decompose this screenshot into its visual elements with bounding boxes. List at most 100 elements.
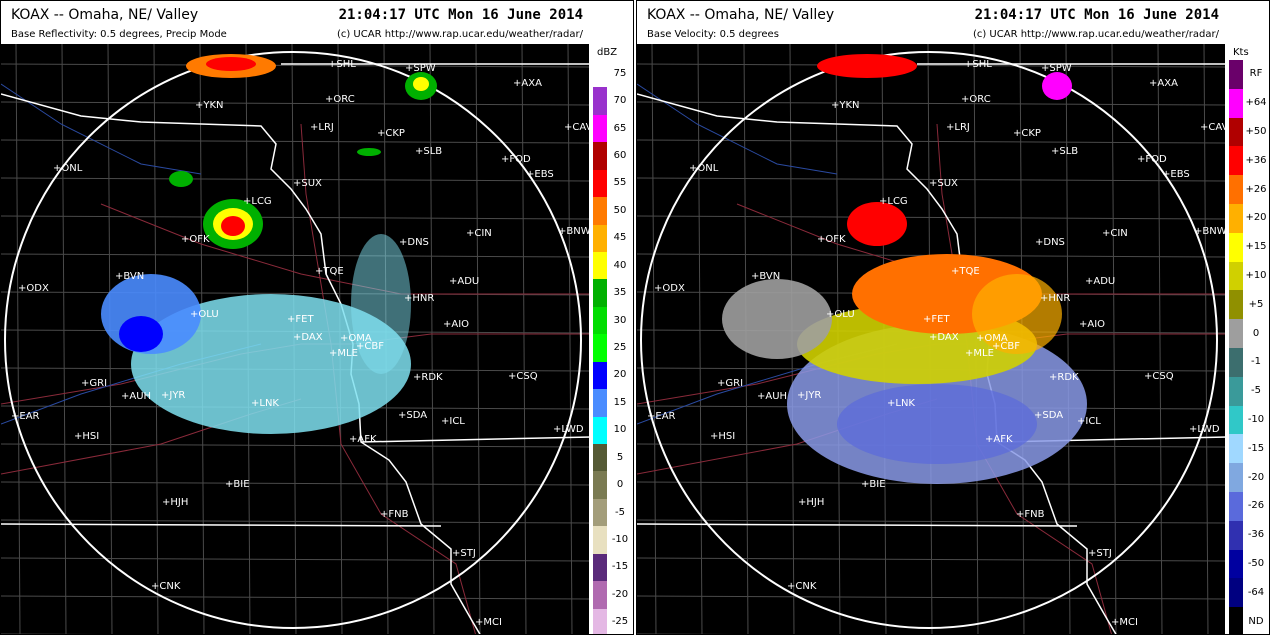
city-label: +ORC — [961, 94, 991, 105]
city-label: +CSQ — [508, 371, 538, 382]
city-label: +CKP — [1013, 128, 1041, 139]
reflectivity-panel: KOAX -- Omaha, NE/ Valley 21:04:17 UTC M… — [0, 0, 634, 635]
city-label: +SPW — [405, 63, 436, 74]
city-label: +MLE — [329, 348, 358, 359]
colorbar-label: -26 — [1247, 500, 1265, 512]
colorbar-label: +26 — [1245, 183, 1267, 195]
colorbar-swatch — [1229, 319, 1243, 348]
city-label: +DNS — [1035, 237, 1065, 248]
colorbar-label: -10 — [1247, 414, 1265, 425]
city-label: +LNK — [251, 398, 279, 409]
colorbar-label: -15 — [611, 561, 629, 573]
colorbar-swatch — [593, 60, 607, 88]
colorbar-swatch — [593, 553, 607, 582]
colorbar-label: 70 — [613, 95, 627, 107]
colorbar-label: 30 — [613, 314, 627, 326]
colorbar-unit: Kts — [1233, 47, 1249, 58]
city-label: +GRI — [717, 378, 743, 389]
city-label: +HJH — [162, 497, 188, 508]
colorbar-label: 50 — [613, 204, 627, 216]
colorbar-swatch — [593, 608, 607, 634]
colorbar-label: -15 — [1247, 442, 1265, 454]
colorbar-swatch — [1229, 549, 1243, 579]
echo-area — [119, 316, 163, 352]
colorbar-swatch — [593, 471, 607, 499]
colorbar-swatch — [593, 224, 607, 252]
city-label: +BVN — [751, 271, 780, 282]
city-label: +SHL — [964, 59, 992, 70]
city-label: +EAR — [647, 411, 676, 422]
city-label: +DAX — [293, 332, 323, 343]
city-label: +FOD — [501, 154, 531, 165]
colorbar-swatch — [593, 142, 607, 170]
city-label: +RDK — [1049, 372, 1079, 383]
city-label: +SHL — [328, 59, 356, 70]
colorbar-label: +5 — [1248, 298, 1264, 310]
city-label: +DNS — [399, 237, 429, 248]
city-label: +CIN — [1102, 228, 1128, 239]
colorbar-label: 5 — [616, 451, 624, 463]
city-label: +SDA — [398, 410, 427, 421]
echo-area — [357, 148, 381, 156]
colorbar-label: -36 — [1247, 529, 1265, 541]
city-label: +TQE — [315, 266, 344, 277]
echo-area — [351, 234, 411, 374]
city-label: +ADU — [1085, 276, 1115, 287]
colorbar-unit: dBZ — [597, 47, 618, 58]
city-label: +ONL — [53, 163, 83, 174]
city-label: +AIO — [443, 319, 469, 330]
city-label: +HNR — [404, 293, 434, 304]
city-label: +LNK — [887, 398, 915, 409]
colorbar-swatch — [593, 389, 607, 417]
city-label: +AUH — [757, 391, 787, 402]
colorbar-label: +64 — [1245, 97, 1267, 109]
echo-area — [837, 384, 1037, 464]
colorbar-swatch — [1229, 376, 1243, 406]
colorbar-swatch — [593, 279, 607, 307]
city-label: +CIN — [466, 228, 492, 239]
colorbar-swatch — [1229, 175, 1243, 204]
city-label: +SUX — [293, 178, 322, 189]
colorbar-label: -20 — [611, 588, 629, 600]
colorbar-label: RF — [1249, 68, 1263, 80]
city-label: +OLU — [826, 309, 855, 320]
credit-link[interactable]: (c) UCAR http://www.rap.ucar.edu/weather… — [337, 29, 583, 40]
colorbar-label: 0 — [1252, 327, 1260, 339]
city-label: +EAR — [11, 411, 40, 422]
city-label: +OFK — [181, 234, 210, 245]
velocity-colorbar: Kts RF +64 +50 +36 +26 +20 +15 +10 +5 0 -1 -5 -10 -15… — [1225, 44, 1269, 634]
city-label: +BIE — [225, 479, 250, 490]
city-label: +CAV — [564, 122, 591, 133]
colorbar-swatch — [1229, 60, 1243, 89]
colorbar-label: 55 — [613, 177, 627, 189]
product-label: Base Reflectivity: 0.5 degrees, Precip M… — [11, 29, 227, 40]
city-label: +FOD — [1137, 154, 1167, 165]
city-label: +FET — [923, 314, 950, 325]
colorbar-swatch — [593, 334, 607, 362]
city-label: +LCG — [243, 196, 272, 207]
city-label: +CBF — [356, 341, 384, 352]
credit-link[interactable]: (c) UCAR http://www.rap.ucar.edu/weather… — [973, 29, 1219, 40]
city-label: +AXA — [1149, 78, 1178, 89]
colorbar-swatch — [1229, 520, 1243, 550]
colorbar-label: ND — [1248, 615, 1264, 627]
city-label: +SLB — [415, 146, 442, 157]
city-label: +CNK — [787, 581, 817, 592]
city-label: +MCI — [475, 617, 502, 628]
city-label: +SDA — [1034, 410, 1063, 421]
colorbar-label: +36 — [1245, 154, 1267, 166]
colorbar-label: +15 — [1245, 241, 1267, 253]
colorbar-swatch — [593, 306, 607, 335]
reflectivity-header: KOAX -- Omaha, NE/ Valley 21:04:17 UTC M… — [1, 1, 633, 44]
city-label: +OLU — [190, 309, 219, 320]
colorbar-label: 15 — [613, 396, 627, 408]
city-label: +AFK — [985, 434, 1013, 445]
city-label: +OFK — [817, 234, 846, 245]
colorbar-swatch — [1229, 232, 1243, 262]
city-label: +JYR — [797, 390, 821, 401]
city-label: +CAV — [1200, 122, 1227, 133]
echo-area — [1042, 72, 1072, 100]
colorbar-label: 25 — [613, 342, 627, 353]
city-label: +LCG — [879, 196, 908, 207]
city-label: +RDK — [413, 372, 443, 383]
